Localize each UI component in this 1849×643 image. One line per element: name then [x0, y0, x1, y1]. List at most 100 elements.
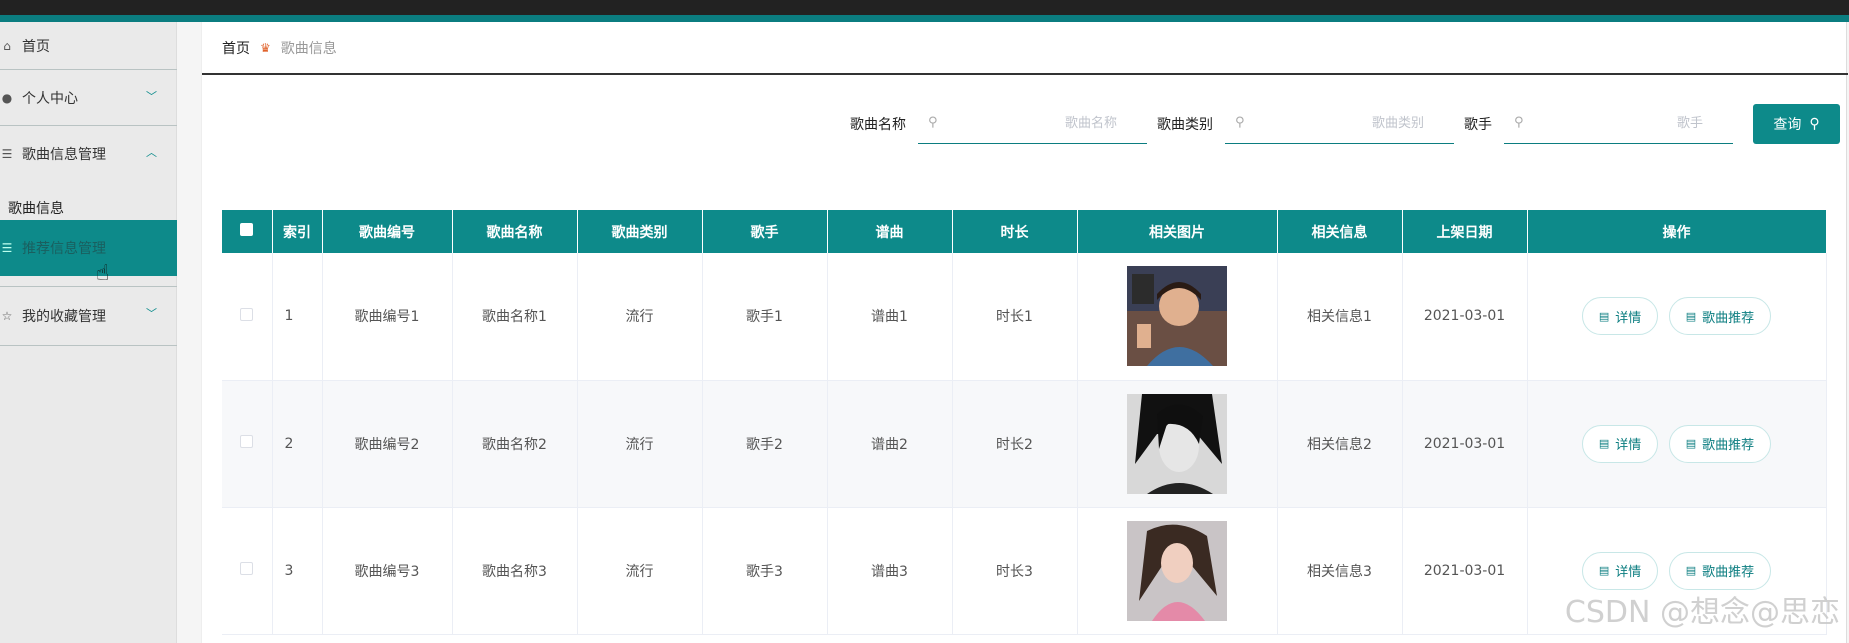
row-checkbox[interactable]: [240, 307, 254, 321]
chevron-down-icon: ﹀: [146, 307, 157, 320]
detail-button[interactable]: ▤ 详情: [1581, 297, 1659, 336]
top-bar-accent: [0, 15, 1849, 22]
cell-image: [1077, 380, 1278, 508]
cell-composer: 谱曲1: [827, 253, 953, 381]
submenu-item-song-info[interactable]: 歌曲信息: [8, 198, 64, 218]
header-song-category: 歌曲类别: [577, 210, 703, 253]
cell-song-category: 流行: [577, 253, 703, 381]
cell-song-code: 歌曲编号2: [322, 380, 453, 508]
breadcrumb-current: 歌曲信息: [280, 40, 337, 57]
search-icon: ⚲: [1809, 116, 1820, 132]
row-checkbox[interactable]: [240, 562, 254, 575]
header-info: 相关信息: [1277, 210, 1403, 253]
singer-input[interactable]: [1504, 104, 1733, 143]
breadcrumb-home[interactable]: 首页: [222, 38, 250, 58]
detail-button[interactable]: ▤ 详情: [1581, 551, 1659, 590]
document-icon: ▤: [1598, 564, 1610, 577]
star-icon: ☆: [1, 309, 13, 323]
cell-singer: 歌手3: [702, 507, 828, 635]
sidebar-item-label: 个人中心: [22, 90, 78, 107]
cell-singer: 歌手2: [702, 380, 828, 508]
query-button-label: 查询: [1773, 117, 1802, 133]
document-icon: ▤: [1685, 309, 1697, 323]
user-icon: ●: [1, 90, 13, 105]
sidebar-item-home[interactable]: ⌂ 首页: [0, 22, 177, 70]
list-icon: ☰: [1, 147, 13, 161]
header-image: 相关图片: [1077, 210, 1278, 253]
song-table: 索引 歌曲编号 歌曲名称 歌曲类别 歌手 谱曲 时长 相关图片 相关信息 上架日…: [222, 210, 1827, 635]
singer-photo: [1127, 393, 1227, 494]
song-name-input[interactable]: [918, 104, 1147, 143]
cell-image: [1077, 507, 1278, 635]
search-label-singer: 歌手: [1464, 117, 1492, 133]
singer-photo: [1127, 266, 1227, 367]
cell-date: 2021-03-01: [1402, 380, 1528, 508]
header-singer: 歌手: [702, 210, 828, 253]
search-field-singer: ⚲: [1504, 104, 1733, 144]
query-button[interactable]: 查询 ⚲: [1753, 104, 1840, 144]
home-icon: ⌂: [3, 38, 11, 53]
cell-song-code: 歌曲编号3: [322, 507, 453, 635]
sidebar-item-song-management[interactable]: ☰ 歌曲信息管理 ︿: [0, 126, 177, 182]
header-duration: 时长: [952, 210, 1078, 253]
list-icon: ☰: [1, 241, 13, 255]
watermark: CSDN @想念@思恋: [1564, 595, 1840, 630]
cell-duration: 时长2: [952, 380, 1078, 508]
breadcrumb-separator-icon: ♛: [260, 40, 271, 55]
table-row: 2 歌曲编号2 歌曲名称2 流行 歌手2 谱曲2 时长2 相关信息2 2021-…: [222, 380, 1827, 508]
header-index: 索引: [272, 210, 323, 253]
sidebar-item-label: 首页: [22, 38, 50, 55]
cell-composer: 谱曲2: [827, 380, 953, 508]
cell-duration: 时长3: [952, 507, 1078, 635]
detail-button[interactable]: ▤ 详情: [1581, 424, 1659, 463]
chevron-up-icon: ︿: [146, 146, 157, 159]
breadcrumb: 首页 ♛ 歌曲信息: [202, 22, 1848, 75]
recommend-button[interactable]: ▤ 歌曲推荐: [1668, 551, 1772, 590]
cell-info: 相关信息1: [1277, 253, 1403, 381]
document-icon: ▤: [1598, 437, 1610, 450]
cell-index: 2: [272, 380, 323, 508]
header-actions: 操作: [1527, 210, 1827, 253]
document-icon: ▤: [1598, 309, 1610, 323]
sidebar-item-recommend-management[interactable]: ☰ 推荐信息管理: [0, 220, 177, 276]
main-content: 首页 ♛ 歌曲信息 歌曲名称 ⚲ 歌曲类别 ⚲ 歌手 ⚲ 查询 ⚲: [201, 22, 1848, 643]
sidebar-item-label: 歌曲信息管理: [22, 147, 106, 163]
header-date: 上架日期: [1402, 210, 1528, 253]
song-category-input[interactable]: [1225, 104, 1454, 143]
cell-actions: ▤ 详情 ▤ 歌曲推荐: [1527, 380, 1827, 508]
search-label-song-category: 歌曲类别: [1157, 117, 1213, 133]
recommend-button[interactable]: ▤ 歌曲推荐: [1668, 297, 1772, 336]
sidebar-item-favorites[interactable]: ☆ 我的收藏管理 ﹀: [0, 286, 177, 346]
chevron-down-icon: ﹀: [146, 90, 157, 103]
top-bar: [0, 0, 1849, 22]
sidebar-item-label: 推荐信息管理: [22, 241, 106, 257]
table-header-row: 索引 歌曲编号 歌曲名称 歌曲类别 歌手 谱曲 时长 相关图片 相关信息 上架日…: [222, 210, 1827, 253]
mouse-cursor-icon: ☝: [96, 261, 110, 286]
cell-duration: 时长1: [952, 253, 1078, 381]
cell-index: 1: [272, 253, 323, 381]
cell-song-name: 歌曲名称1: [452, 253, 578, 381]
header-song-name: 歌曲名称: [452, 210, 578, 253]
cell-date: 2021-03-01: [1402, 507, 1528, 635]
cell-image: [1077, 253, 1278, 381]
search-label-song-name: 歌曲名称: [850, 117, 906, 133]
cell-song-code: 歌曲编号1: [322, 253, 453, 381]
cell-song-category: 流行: [577, 380, 703, 508]
cell-song-name: 歌曲名称3: [452, 507, 578, 635]
header-composer: 谱曲: [827, 210, 953, 253]
sidebar-item-personal-center[interactable]: ● 个人中心 ﹀: [0, 70, 177, 126]
cell-singer: 歌手1: [702, 253, 828, 381]
recommend-button[interactable]: ▤ 歌曲推荐: [1668, 424, 1772, 463]
cell-date: 2021-03-01: [1402, 253, 1528, 381]
cell-index: 3: [272, 507, 323, 635]
sidebar-item-label: 我的收藏管理: [22, 309, 106, 325]
cell-composer: 谱曲3: [827, 507, 953, 635]
search-field-song-category: ⚲: [1225, 104, 1454, 144]
cell-actions: ▤ 详情 ▤ 歌曲推荐: [1527, 253, 1827, 381]
singer-photo: [1127, 520, 1227, 621]
header-song-code: 歌曲编号: [322, 210, 453, 253]
table-row: 1 歌曲编号1 歌曲名称1 流行 歌手1 谱曲1 时长1 相关信息1 2021-…: [222, 253, 1827, 381]
select-all-checkbox[interactable]: [240, 223, 254, 236]
row-checkbox[interactable]: [240, 435, 254, 448]
select-all-header[interactable]: [222, 210, 273, 253]
